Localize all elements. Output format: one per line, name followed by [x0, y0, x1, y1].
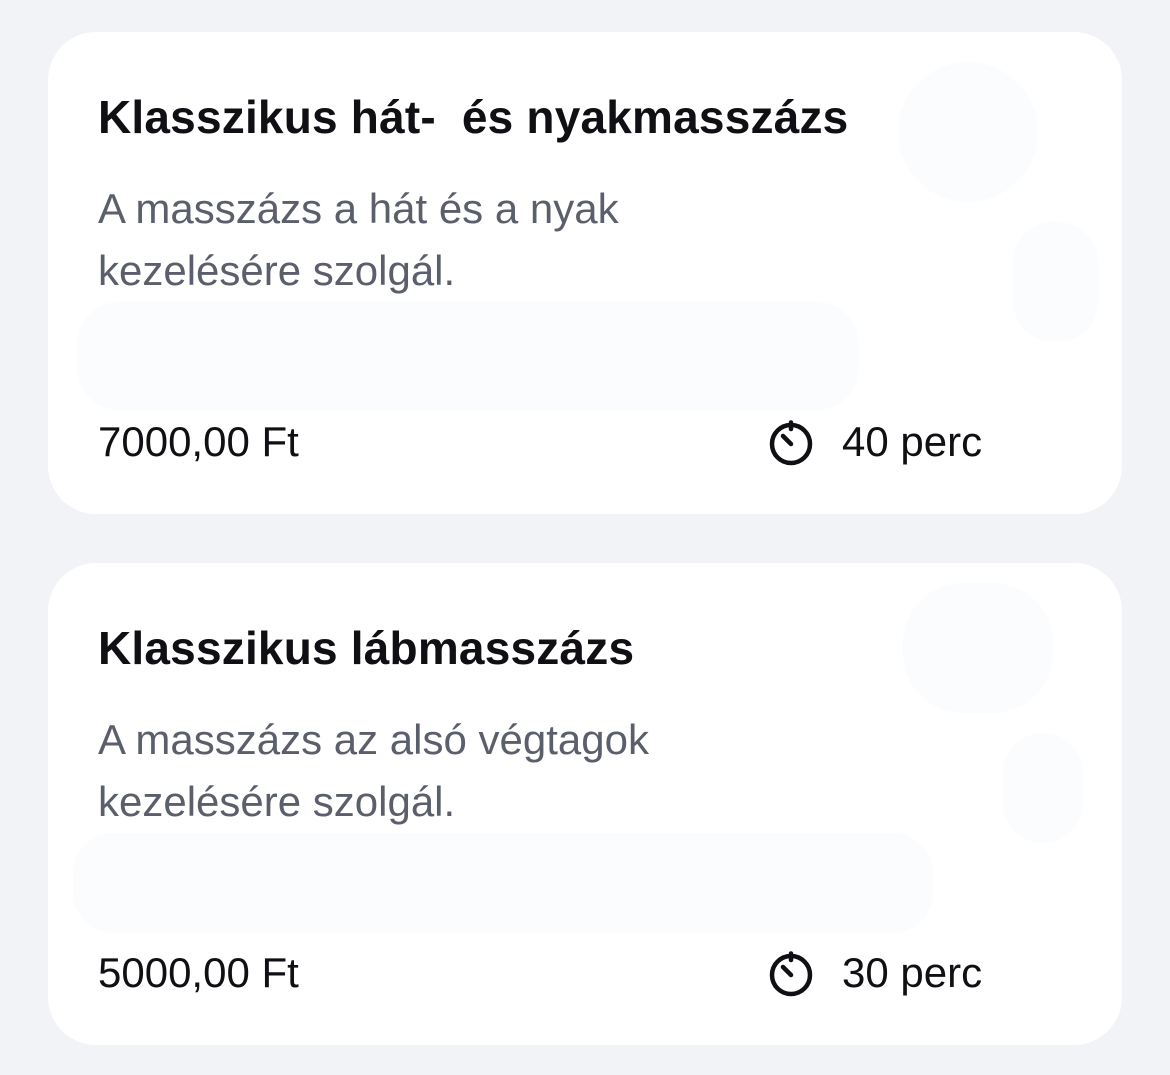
service-price: 7000,00 Ft: [98, 418, 299, 465]
timer-icon: [769, 951, 813, 997]
decorative-blur: [903, 583, 1053, 713]
decorative-blur: [1003, 733, 1083, 843]
service-duration: 30 perc: [766, 945, 982, 1001]
service-duration: 40 perc: [766, 414, 982, 470]
timer-icon: [769, 420, 813, 466]
service-description: A masszázs az alsó végtagok kezelésére s…: [98, 716, 649, 825]
service-description: A masszázs a hát és a nyak kezelésére sz…: [98, 185, 619, 294]
service-title: Klasszikus lábmasszázs: [98, 622, 635, 674]
duration-label: 30 perc: [842, 949, 983, 996]
service-list: Klasszikus hát- és nyakmasszázs A masszá…: [0, 0, 1170, 1075]
decorative-blur: [78, 302, 858, 410]
service-card[interactable]: Klasszikus lábmasszázs A masszázs az als…: [48, 563, 1122, 1045]
service-title: Klasszikus hát- és nyakmasszázs: [98, 91, 849, 143]
decorative-blur: [898, 62, 1038, 202]
decorative-blur: [1013, 222, 1098, 342]
duration-label: 40 perc: [842, 418, 983, 465]
service-price: 5000,00 Ft: [98, 949, 299, 996]
decorative-blur: [73, 833, 933, 933]
service-card[interactable]: Klasszikus hát- és nyakmasszázs A masszá…: [48, 32, 1122, 514]
